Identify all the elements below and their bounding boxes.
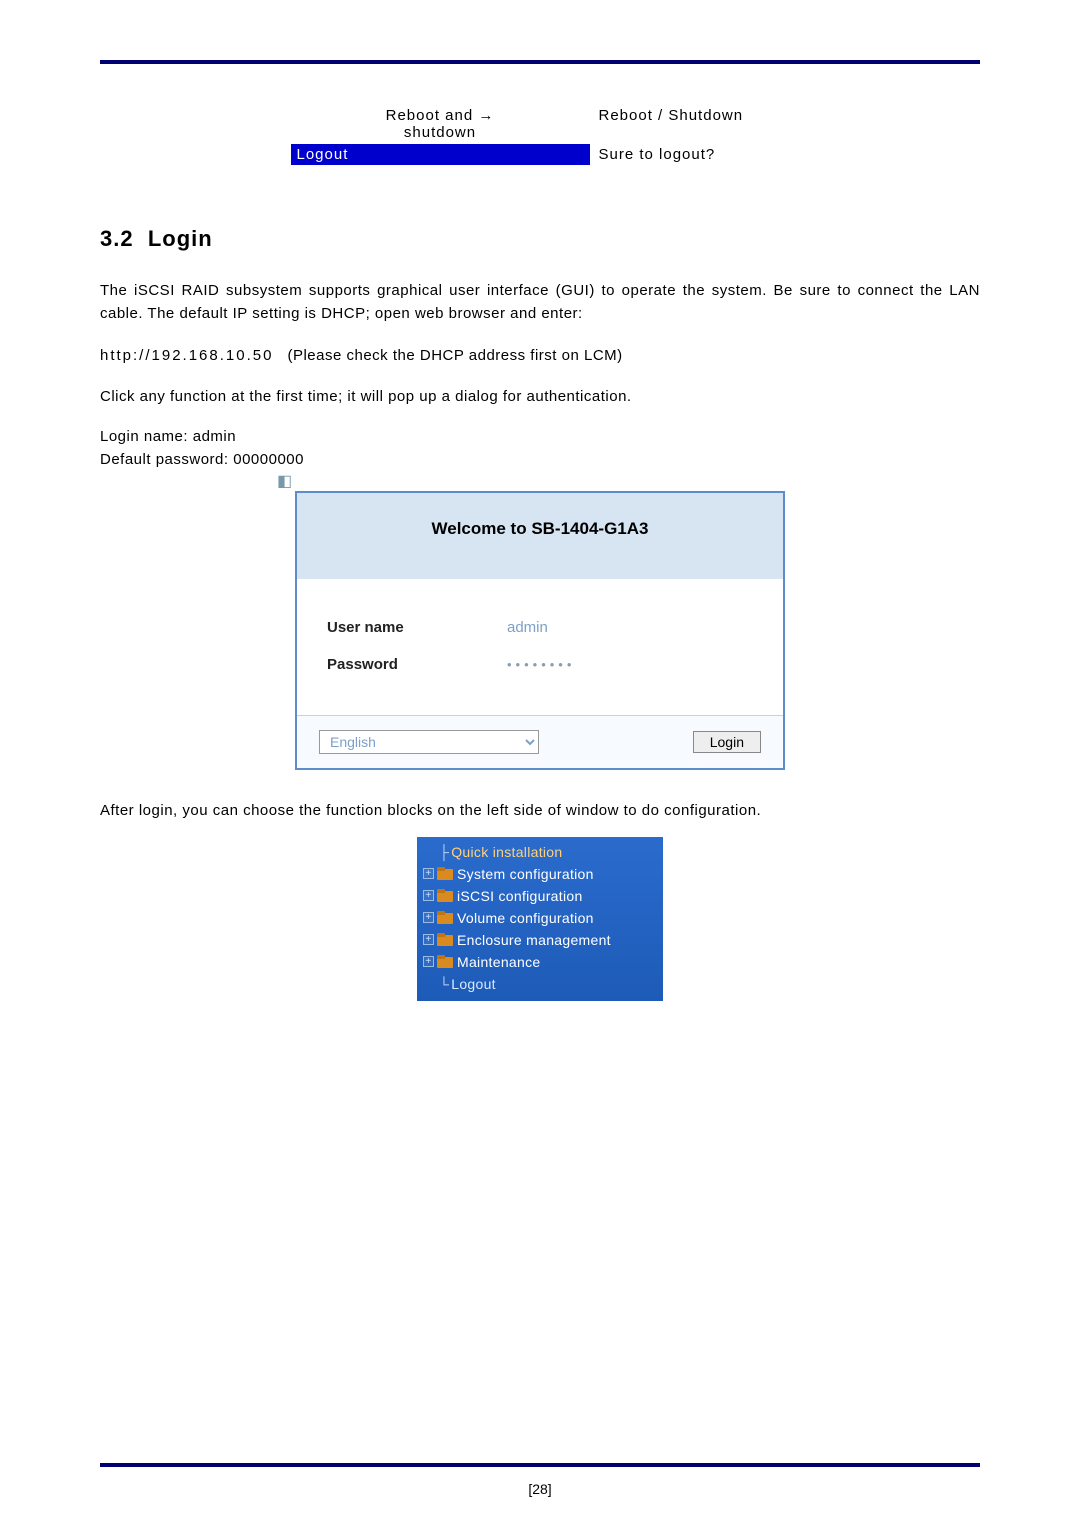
username-input[interactable]: admin bbox=[507, 619, 548, 636]
nav-cell-reboot: Reboot and →shutdown bbox=[290, 105, 590, 144]
nav-reboot-label: Reboot and →shutdown bbox=[386, 107, 495, 141]
nav-cell-reboot-desc: Reboot / Shutdown bbox=[590, 105, 790, 144]
tree-branch-icon: └ bbox=[439, 976, 449, 992]
nav-table: Reboot and →shutdown Reboot / Shutdown L… bbox=[290, 104, 791, 166]
snippet-icon: ◧ bbox=[277, 471, 292, 491]
intro-paragraph: The iSCSI RAID subsystem supports graphi… bbox=[100, 280, 980, 325]
after-login-paragraph: After login, you can choose the function… bbox=[100, 800, 980, 823]
default-password-line: Default password: 00000000 bbox=[100, 449, 980, 472]
footer-rule bbox=[100, 1463, 980, 1467]
login-footer: English Login bbox=[297, 716, 783, 768]
header-rule bbox=[100, 60, 980, 64]
expand-icon[interactable]: + bbox=[423, 912, 434, 923]
page-number: [28] bbox=[0, 1481, 1080, 1497]
tree-item-volume-configuration[interactable]: + Volume configuration bbox=[417, 907, 663, 929]
url-line: http://192.168.10.50 (Please check the D… bbox=[100, 345, 980, 368]
tree-item-iscsi-configuration[interactable]: + iSCSI configuration bbox=[417, 885, 663, 907]
password-label: Password bbox=[327, 656, 507, 673]
nav-tree: ├ Quick installation + System configurat… bbox=[417, 837, 663, 1001]
expand-icon[interactable]: + bbox=[423, 890, 434, 901]
url-note: (Please check the DHCP address first on … bbox=[287, 347, 622, 364]
section-title: 3.2 Login bbox=[100, 226, 980, 252]
username-label: User name bbox=[327, 619, 507, 636]
password-input[interactable]: •••••••• bbox=[507, 657, 575, 672]
expand-icon[interactable]: + bbox=[423, 868, 434, 879]
folder-icon bbox=[437, 955, 453, 968]
language-select[interactable]: English bbox=[319, 730, 539, 754]
folder-icon bbox=[437, 889, 453, 902]
folder-icon bbox=[437, 933, 453, 946]
login-name-line: Login name: admin bbox=[100, 426, 980, 449]
nav-cell-logout-desc: Sure to logout? bbox=[590, 144, 790, 166]
login-button[interactable]: Login bbox=[693, 731, 761, 753]
expand-icon[interactable]: + bbox=[423, 934, 434, 945]
section-name: Login bbox=[148, 226, 213, 251]
section-number: 3.2 bbox=[100, 226, 134, 251]
url: http://192.168.10.50 bbox=[100, 347, 273, 364]
login-panel: Welcome to SB-1404-G1A3 User name admin … bbox=[295, 491, 785, 770]
tree-item-quick-installation[interactable]: ├ Quick installation bbox=[417, 841, 663, 863]
login-header: Welcome to SB-1404-G1A3 bbox=[297, 493, 783, 579]
click-function-paragraph: Click any function at the first time; it… bbox=[100, 386, 980, 409]
login-body: User name admin Password •••••••• bbox=[297, 579, 783, 716]
tree-item-maintenance[interactable]: + Maintenance bbox=[417, 951, 663, 973]
nav-cell-logout[interactable]: Logout bbox=[290, 144, 590, 166]
expand-icon[interactable]: + bbox=[423, 956, 434, 967]
tree-item-logout[interactable]: └ Logout bbox=[417, 973, 663, 995]
tree-branch-icon: ├ bbox=[439, 844, 449, 860]
tree-item-system-configuration[interactable]: + System configuration bbox=[417, 863, 663, 885]
folder-icon bbox=[437, 911, 453, 924]
folder-icon bbox=[437, 867, 453, 880]
tree-item-enclosure-management[interactable]: + Enclosure management bbox=[417, 929, 663, 951]
